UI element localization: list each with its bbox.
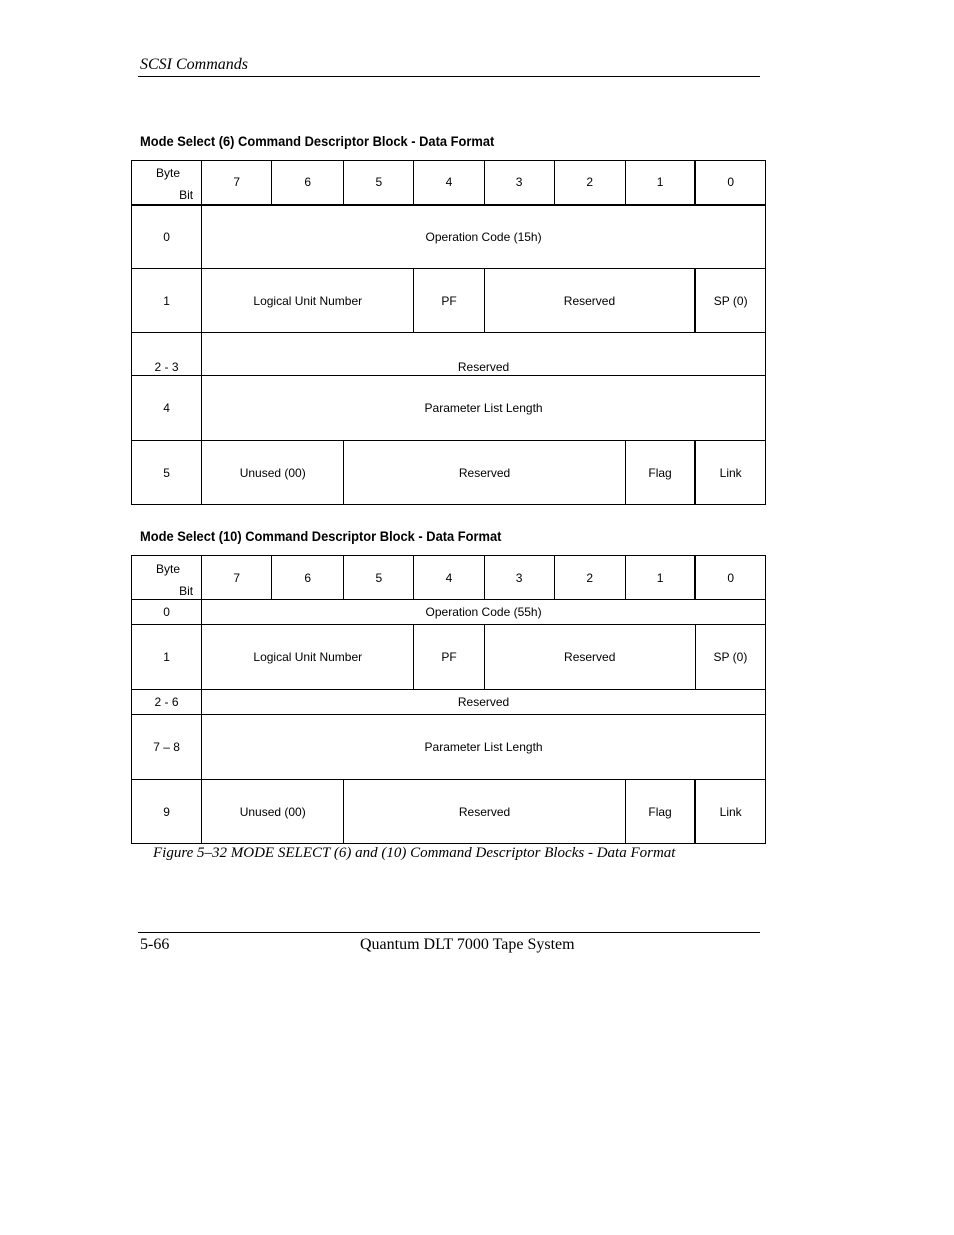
page-number: 5-66 xyxy=(140,936,170,953)
bit-header-row: Bit Byte 7 6 5 4 3 2 1 0 xyxy=(130,555,767,600)
bit-4: 4 xyxy=(413,160,485,206)
byte-number: 7 – 8 xyxy=(130,714,203,780)
field-logical-unit-number: Logical Unit Number xyxy=(201,624,415,690)
byte-number: 5 xyxy=(130,440,203,505)
header-rule xyxy=(138,76,760,77)
field-unused: Unused (00) xyxy=(201,779,345,844)
footer-rule xyxy=(138,932,760,933)
field-link: Link xyxy=(694,779,767,844)
footer-title: Quantum DLT 7000 Tape System xyxy=(360,936,575,953)
field-reserved: Reserved xyxy=(483,624,696,690)
bit-5: 5 xyxy=(343,160,415,206)
table-row: 4 Parameter List Length xyxy=(130,375,766,441)
bit-7: 7 xyxy=(201,160,273,206)
byte-number: 0 xyxy=(130,599,203,625)
field-operation-code: Operation Code (55h) xyxy=(201,599,766,625)
byte-number: 0 xyxy=(130,204,203,269)
field-operation-code: Operation Code (15h) xyxy=(201,204,766,269)
table-title-mode-select-10: Mode Select (10) Command Descriptor Bloc… xyxy=(140,528,502,544)
running-header: SCSI Commands xyxy=(140,56,249,73)
byte-number: 9 xyxy=(130,779,203,844)
table-row: 0 Operation Code (55h) xyxy=(130,599,766,625)
cdb-table-mode-select-6: Bit Byte 7 6 5 4 3 2 1 0 0 Operation Code… xyxy=(130,160,767,505)
bit-label: Bit xyxy=(179,583,194,598)
bit-2: 2 xyxy=(553,160,626,206)
figure-caption: Figure 5–32 MODE SELECT (6) and (10) Com… xyxy=(153,845,676,861)
table-row: 1 Logical Unit Number PF Reserved SP (0) xyxy=(130,268,767,333)
bit-1: 1 xyxy=(624,160,697,206)
table-row: 0 Operation Code (15h) xyxy=(130,204,766,269)
field-sp: SP (0) xyxy=(694,624,767,690)
byte-number: 2 - 6 xyxy=(130,689,203,715)
table-row: 2 - 6 Reserved xyxy=(130,689,766,715)
field-pf: PF xyxy=(413,268,485,333)
cdb-table-mode-select-10: Bit Byte 7 6 5 4 3 2 1 0 0 Operation Code… xyxy=(130,555,767,844)
field-reserved: Reserved xyxy=(201,689,766,715)
field-reserved: Reserved xyxy=(343,440,626,505)
bit-1: 1 xyxy=(624,555,697,600)
field-flag: Flag xyxy=(624,779,697,844)
byte-number: 4 xyxy=(130,375,203,441)
bit-0: 0 xyxy=(694,160,767,206)
bit-label: Bit xyxy=(179,188,194,203)
table-row: 5 Unused (00) Reserved Flag Link xyxy=(130,440,767,505)
field-sp: SP (0) xyxy=(694,268,767,333)
bit-4: 4 xyxy=(413,555,485,600)
field-reserved: Reserved xyxy=(483,268,697,333)
table-row: 7 – 8 Parameter List Length xyxy=(130,714,766,780)
byte-number: 2 - 3 xyxy=(130,332,203,376)
bit-6: 6 xyxy=(271,555,345,600)
field-unused: Unused (00) xyxy=(201,440,345,505)
byte-number: 1 xyxy=(130,268,203,333)
bit-5: 5 xyxy=(343,555,415,600)
byte-label: Byte xyxy=(156,561,181,576)
table-title-mode-select-6: Mode Select (6) Command Descriptor Block… xyxy=(140,133,495,149)
field-reserved: Reserved xyxy=(201,332,766,376)
bit-3: 3 xyxy=(483,160,555,206)
table-row: 9 Unused (00) Reserved Flag Link xyxy=(130,779,767,844)
bit-byte-header-cell: Bit Byte xyxy=(130,160,203,206)
table-row: 1 Logical Unit Number PF Reserved SP (0) xyxy=(130,624,767,690)
bit-header-row: Bit Byte 7 6 5 4 3 2 1 0 xyxy=(130,160,767,206)
bit-3: 3 xyxy=(483,555,555,600)
field-pf: PF xyxy=(413,624,485,690)
byte-label: Byte xyxy=(156,166,181,181)
field-logical-unit-number: Logical Unit Number xyxy=(201,268,415,333)
byte-number: 1 xyxy=(130,624,203,690)
bit-6: 6 xyxy=(271,160,345,206)
bit-byte-header-cell: Bit Byte xyxy=(130,555,203,600)
bit-7: 7 xyxy=(201,555,273,600)
field-link: Link xyxy=(694,440,767,505)
field-parameter-list-length: Parameter List Length xyxy=(201,714,766,780)
field-flag: Flag xyxy=(624,440,697,505)
table-row: 2 - 3 Reserved xyxy=(130,332,766,376)
bit-2: 2 xyxy=(553,555,626,600)
field-parameter-list-length: Parameter List Length xyxy=(201,375,766,441)
field-reserved: Reserved xyxy=(343,779,626,844)
bit-0: 0 xyxy=(694,555,767,600)
